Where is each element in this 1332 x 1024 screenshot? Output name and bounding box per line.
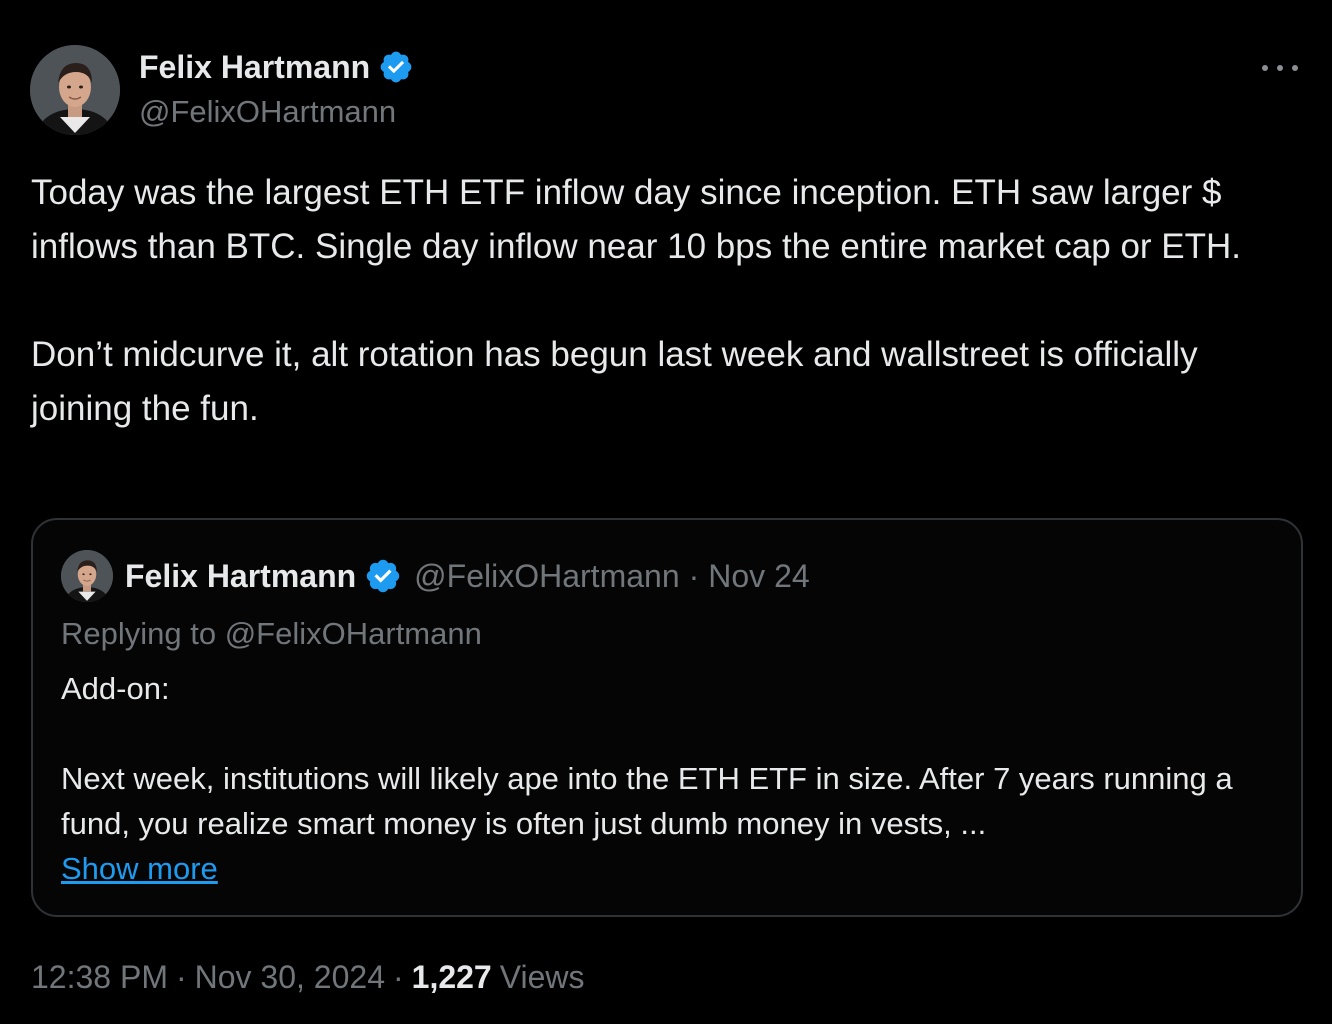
views-label: Views xyxy=(499,959,585,995)
verified-badge-icon xyxy=(364,557,402,595)
verified-badge-icon xyxy=(378,49,414,85)
tweet-time[interactable]: 12:38 PM xyxy=(31,955,168,999)
quoted-author-avatar[interactable] xyxy=(61,550,113,602)
replying-to: Replying to @FelixOHartmann xyxy=(61,616,482,651)
views-count: 1,227 xyxy=(411,959,492,995)
quoted-text: Add-on: Next week, institutions will lik… xyxy=(61,666,1271,891)
tweet-card: Felix Hartmann @FelixOHartmann Today was… xyxy=(0,0,1332,1024)
avatar-photo-icon xyxy=(30,45,120,135)
author-name[interactable]: Felix Hartmann xyxy=(139,48,414,86)
tweet-text: Today was the largest ETH ETF inflow day… xyxy=(31,166,1261,436)
avatar-photo-icon xyxy=(61,550,113,602)
tweet-date[interactable]: Nov 30, 2024 xyxy=(195,955,385,999)
more-dot xyxy=(1292,65,1298,71)
meta-separator: · xyxy=(392,959,404,995)
show-more-link[interactable]: Show more xyxy=(61,851,218,886)
quoted-paragraph-text: Next week, institutions will likely ape … xyxy=(61,761,1233,841)
more-horizontal-icon xyxy=(1262,65,1268,71)
quoted-paragraph: Next week, institutions will likely ape … xyxy=(61,756,1271,891)
author-handle[interactable]: @FelixOHartmann xyxy=(139,94,396,130)
tweet-meta: 12:38 PM · Nov 30, 2024 · 1,227 Views xyxy=(31,955,585,999)
author-avatar[interactable] xyxy=(30,45,120,135)
meta-separator: · xyxy=(175,959,187,995)
quoted-author-handle[interactable]: @FelixOHartmann xyxy=(414,556,679,596)
author-name-text[interactable]: Felix Hartmann xyxy=(139,48,370,86)
quoted-date[interactable]: Nov 24 xyxy=(708,556,809,596)
quoted-author-name[interactable]: Felix Hartmann xyxy=(125,556,356,596)
tweet-paragraph: Don’t midcurve it, alt rotation has begu… xyxy=(31,335,1198,428)
quoted-header: Felix Hartmann @FelixOHartmann · Nov 24 xyxy=(125,556,810,596)
quoted-tweet[interactable]: Felix Hartmann @FelixOHartmann · Nov 24 … xyxy=(31,518,1303,917)
quoted-paragraph: Add-on: xyxy=(61,671,170,706)
more-dot xyxy=(1277,65,1283,71)
quoted-separator: · xyxy=(688,558,700,594)
more-options-button[interactable] xyxy=(1262,54,1298,82)
tweet-paragraph: Today was the largest ETH ETF inflow day… xyxy=(31,173,1242,266)
